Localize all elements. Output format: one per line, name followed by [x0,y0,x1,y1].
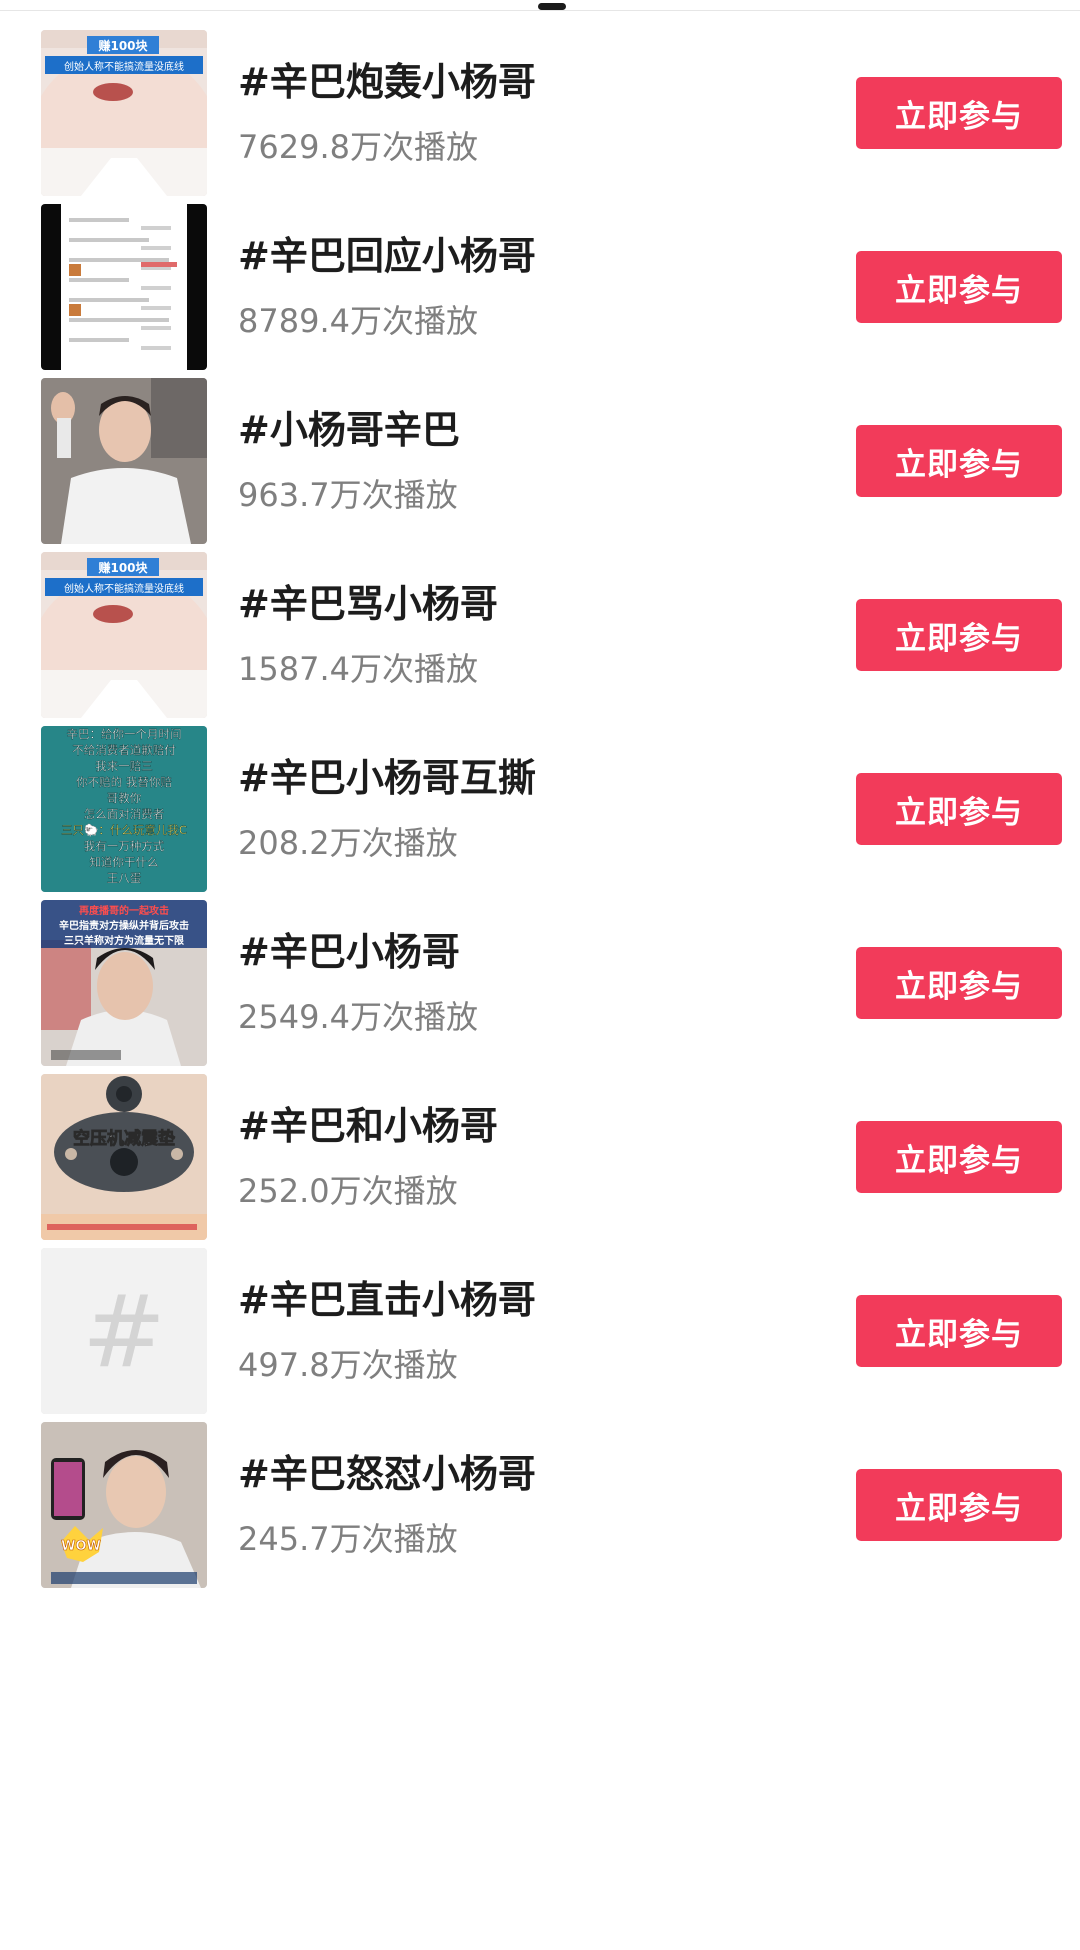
topic-thumbnail[interactable]: 空压机减震垫 [41,1074,207,1240]
topic-play-count: 7629.8万次播放 [238,128,478,166]
topic-row[interactable]: WOW #辛巴怒怼小杨哥 245.7万次播放 立即参与 [0,1422,1080,1639]
thumb-product-label: 空压机减震垫 [73,1128,175,1149]
thumb-wow-label: WOW [61,1539,101,1554]
topic-thumbnail[interactable]: 赚100块 创始人称不能搞流量没底线 [41,552,207,718]
join-topic-button[interactable]: 立即参与 [856,77,1062,149]
thumb-caption-line: 王八蛋 [107,871,142,885]
topic-play-count: 245.7万次播放 [238,1520,458,1558]
topic-title[interactable]: #辛巴小杨哥互撕 [238,754,536,802]
topic-play-count: 208.2万次播放 [238,824,458,862]
topic-play-count: 8789.4万次播放 [238,302,478,340]
topic-title[interactable]: #辛巴骂小杨哥 [238,580,498,628]
topic-title[interactable]: #辛巴直击小杨哥 [238,1276,536,1324]
join-topic-button[interactable]: 立即参与 [856,1469,1062,1541]
join-topic-button[interactable]: 立即参与 [856,947,1062,1019]
thumb-caption-line: 不给消费者道歉赔付 [72,743,176,757]
thumb-caption-line: 三只羊称对方为流量无下限 [64,934,185,947]
thumb-caption-line: 怎么面对消费者 [84,807,165,821]
thumb-caption-line: 三只🐑：什么玩意儿我C [61,823,187,837]
topic-play-count: 2549.4万次播放 [238,998,478,1036]
thumb-caption-line: 哥教你 [107,791,142,805]
join-topic-button[interactable]: 立即参与 [856,1121,1062,1193]
topic-title[interactable]: #辛巴炮轰小杨哥 [238,58,536,106]
join-topic-button[interactable]: 立即参与 [856,251,1062,323]
topic-thumbnail[interactable]: # [41,1248,207,1414]
thumb-caption-line: 再度播哥的一起攻击 [79,904,169,917]
topic-thumbnail[interactable] [41,378,207,544]
thumb-caption-line: 知道你干什么 [90,855,159,869]
topic-play-count: 497.8万次播放 [238,1346,458,1384]
topic-thumbnail[interactable]: 辛巴：给你一个月时间 不给消费者道歉赔付 我来一赔三你不赔的 我替你赔 哥教你怎么面对… [41,726,207,892]
thumb-caption-line: 辛巴指责对方操纵并背后攻击 [59,919,189,932]
topic-title[interactable]: #辛巴小杨哥 [238,928,460,976]
topic-thumbnail[interactable] [41,204,207,370]
drag-handle[interactable] [538,3,566,10]
hashtag-icon: # [82,1273,166,1390]
thumb-banner-top: 赚100块 [97,560,148,575]
thumb-banner-bottom: 创始人称不能搞流量没底线 [64,582,184,595]
topic-thumbnail[interactable]: 再度播哥的一起攻击辛巴指责对方操纵并背后攻击 三只羊称对方为流量无下限 [41,900,207,1066]
thumb-banner-top: 赚100块 [97,38,148,53]
topic-title[interactable]: #辛巴怒怼小杨哥 [238,1450,536,1498]
topic-play-count: 963.7万次播放 [238,476,458,514]
join-topic-button[interactable]: 立即参与 [856,773,1062,845]
topic-thumbnail[interactable]: WOW [41,1422,207,1588]
thumb-caption-line: 我来一赔三 [95,759,153,773]
join-topic-button[interactable]: 立即参与 [856,425,1062,497]
thumb-caption-line: 你不赔的 我替你赔 [76,775,172,789]
topic-thumbnail[interactable]: 赚100块 创始人称不能搞流量没底线 [41,30,207,196]
topic-title[interactable]: #辛巴回应小杨哥 [238,232,536,280]
join-topic-button[interactable]: 立即参与 [856,1295,1062,1367]
join-topic-button[interactable]: 立即参与 [856,599,1062,671]
topic-title[interactable]: #小杨哥辛巴 [238,406,460,454]
thumb-caption-line: 我有一万种方式 [84,839,165,853]
divider [0,10,1080,11]
thumb-caption-line: 辛巴：给你一个月时间 [67,727,182,741]
topic-title[interactable]: #辛巴和小杨哥 [238,1102,498,1150]
thumb-banner-bottom: 创始人称不能搞流量没底线 [64,60,184,73]
topic-play-count: 252.0万次播放 [238,1172,458,1210]
topic-play-count: 1587.4万次播放 [238,650,478,688]
